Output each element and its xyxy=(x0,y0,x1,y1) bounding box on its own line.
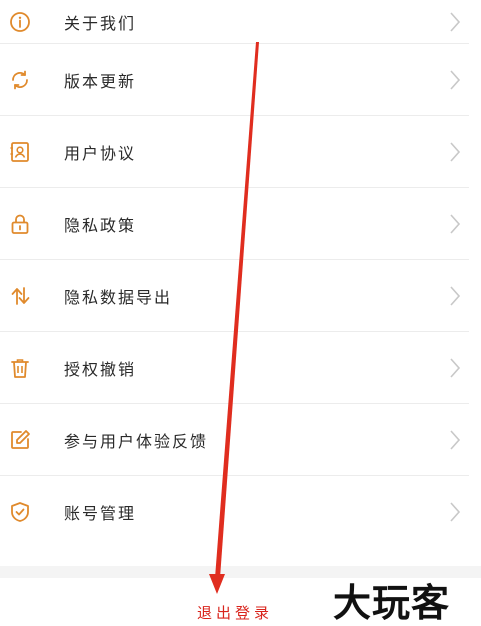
chevron-right-icon xyxy=(450,502,461,522)
menu-item-label: 用户协议 xyxy=(64,144,137,163)
watermark-logo: 大玩客 xyxy=(333,580,451,625)
chevron-right-icon xyxy=(450,70,461,90)
logout-button[interactable]: 退出登录 xyxy=(197,602,273,623)
shield-check-icon xyxy=(11,502,29,522)
chevron-right-icon xyxy=(450,12,461,32)
menu-item-label: 授权撤销 xyxy=(64,360,137,379)
menu-item-label: 隐私政策 xyxy=(64,216,137,235)
lock-icon xyxy=(11,214,29,234)
menu-item-label: 版本更新 xyxy=(64,72,137,91)
menu-item-account-management[interactable]: 账号管理 xyxy=(0,476,481,548)
chevron-right-icon xyxy=(450,286,461,306)
chevron-right-icon xyxy=(450,214,461,234)
settings-menu-list: 关于我们 版本更新 用户协议 隐私政策 隐私数据导出 授权撤销 参与用户体验反馈… xyxy=(0,0,481,548)
chevron-right-icon xyxy=(450,358,461,378)
menu-item-label: 账号管理 xyxy=(64,504,137,523)
refresh-icon xyxy=(12,70,28,90)
menu-item-user-agreement[interactable]: 用户协议 xyxy=(0,116,481,188)
info-icon xyxy=(10,12,30,32)
edit-icon xyxy=(11,430,30,449)
menu-item-about-us[interactable]: 关于我们 xyxy=(0,0,481,44)
swap-arrows-icon xyxy=(11,287,30,305)
menu-item-label: 隐私数据导出 xyxy=(64,288,173,307)
menu-item-label: 关于我们 xyxy=(64,14,137,33)
settings-page: 关于我们 版本更新 用户协议 隐私政策 隐私数据导出 授权撤销 参与用户体验反馈… xyxy=(0,0,481,626)
menu-item-privacy-policy[interactable]: 隐私政策 xyxy=(0,188,481,260)
menu-item-label: 参与用户体验反馈 xyxy=(64,432,209,451)
menu-item-ux-feedback[interactable]: 参与用户体验反馈 xyxy=(0,404,481,476)
trash-icon xyxy=(11,359,29,378)
contact-card-icon xyxy=(10,142,29,162)
chevron-right-icon xyxy=(450,142,461,162)
chevron-right-icon xyxy=(450,430,461,450)
menu-item-privacy-data-export[interactable]: 隐私数据导出 xyxy=(0,260,481,332)
menu-item-version-update[interactable]: 版本更新 xyxy=(0,44,481,116)
menu-item-revoke-authorization[interactable]: 授权撤销 xyxy=(0,332,481,404)
